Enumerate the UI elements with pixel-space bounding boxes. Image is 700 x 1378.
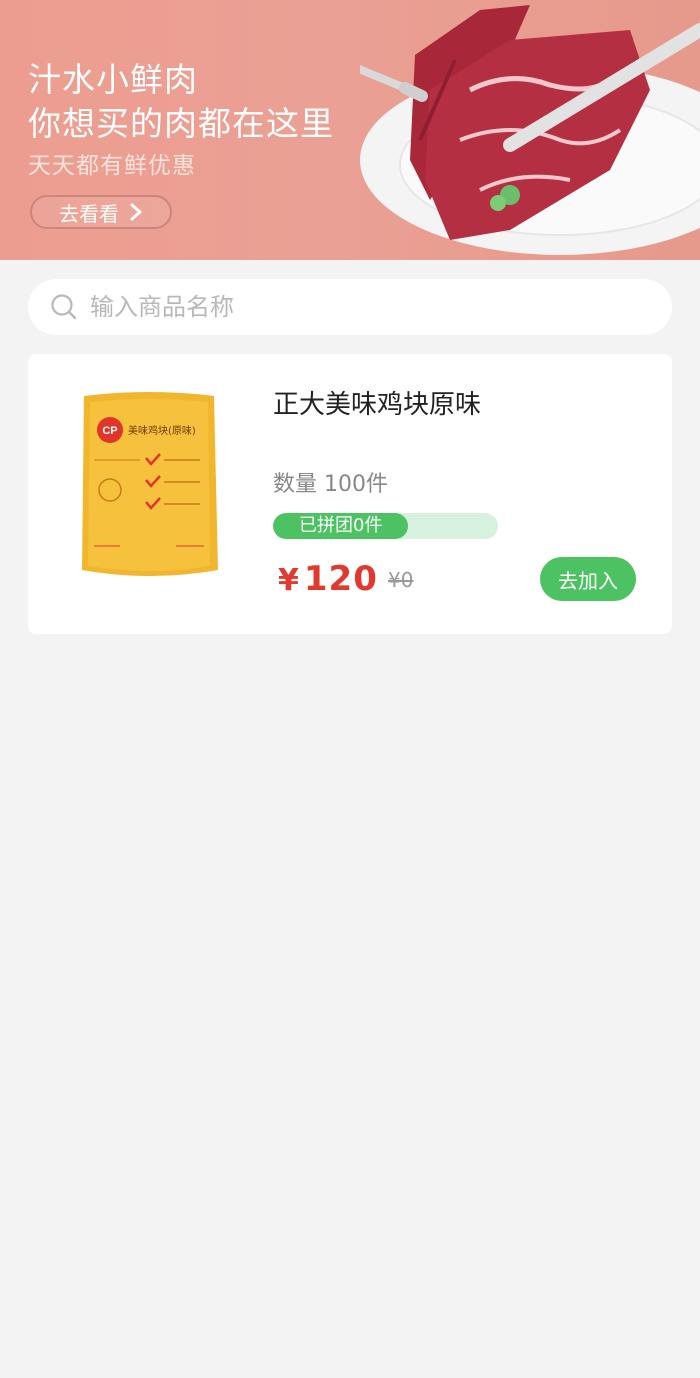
- original-price: ¥0: [388, 568, 414, 592]
- meat-plate-image: [360, 5, 700, 255]
- product-quantity: 数量 100件: [273, 472, 388, 497]
- banner-title-line2: 你想买的肉都在这里: [28, 104, 334, 143]
- promo-banner[interactable]: 汁水小鲜肉 你想买的肉都在这里 天天都有鲜优惠 去看看: [0, 0, 700, 260]
- package-label: 美味鸡块(原味): [128, 424, 196, 437]
- product-name: 正大美味鸡块原味: [273, 390, 482, 420]
- package-brand: CP: [102, 425, 117, 437]
- chevron-right-icon: [130, 203, 142, 221]
- search-input[interactable]: [90, 293, 610, 321]
- product-price: ¥120: [278, 559, 378, 599]
- join-button[interactable]: 去加入: [540, 557, 636, 601]
- search-bar[interactable]: [28, 279, 672, 335]
- search-icon: [51, 294, 77, 320]
- banner-button-label: 去看看: [59, 201, 119, 226]
- group-progress-label: 已拼团0件: [299, 515, 383, 536]
- banner-subtitle: 天天都有鲜优惠: [28, 153, 196, 179]
- price-value: 120: [303, 559, 378, 599]
- price-currency: ¥: [278, 563, 300, 598]
- group-progress-bar: 已拼团0件: [273, 513, 498, 539]
- banner-title-line1: 汁水小鲜肉: [28, 60, 198, 99]
- banner-title: 汁水小鲜肉 你想买的肉都在这里: [28, 58, 334, 146]
- product-image: CP 美味鸡块(原味): [82, 392, 218, 576]
- banner-view-button[interactable]: 去看看: [30, 195, 172, 229]
- product-card[interactable]: CP 美味鸡块(原味) 正大美味鸡块原味 数量 100件 已拼团0件 ¥120 …: [28, 354, 672, 634]
